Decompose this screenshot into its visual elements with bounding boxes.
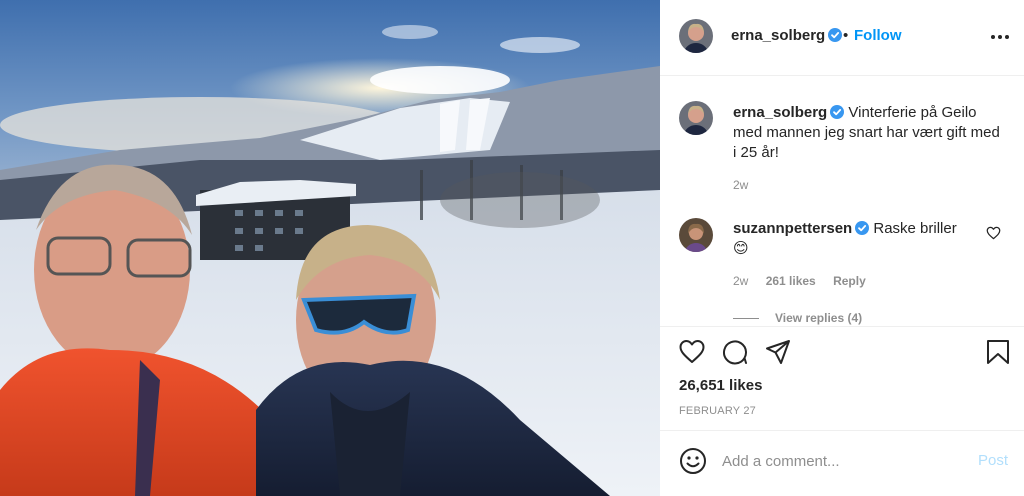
author-username[interactable]: erna_solberg: [731, 27, 843, 44]
reply-button[interactable]: Reply: [833, 274, 866, 288]
add-comment-bar: Post: [660, 430, 1024, 496]
verified-badge-icon: [855, 221, 870, 235]
more-dots-icon[interactable]: [989, 28, 1011, 46]
verified-badge-icon: [830, 105, 845, 119]
bookmark-icon[interactable]: [985, 339, 1011, 365]
follow-button[interactable]: Follow: [854, 27, 902, 44]
view-replies-button[interactable]: View replies (4): [733, 311, 862, 325]
comment-time[interactable]: 2w: [733, 274, 748, 288]
post-photo[interactable]: [0, 0, 660, 496]
comment-body: Raske briller: [873, 220, 957, 237]
comment-input[interactable]: [722, 449, 962, 473]
post-date[interactable]: FEBRUARY 27: [679, 405, 756, 417]
comment-text: suzannpettersen Raske briller 😊: [733, 219, 973, 259]
photo-scene: [0, 0, 660, 496]
post-comment-button[interactable]: Post: [978, 452, 1008, 469]
follow-separator: •: [843, 27, 849, 44]
comment-emoji: 😊: [733, 240, 749, 257]
caption-time[interactable]: 2w: [733, 178, 748, 192]
comment-bubble-icon[interactable]: [722, 339, 748, 365]
paper-plane-icon[interactable]: [765, 339, 791, 365]
smiley-icon[interactable]: [679, 447, 707, 475]
comment-like-heart-icon[interactable]: [986, 226, 1001, 240]
likes-count[interactable]: 26,651 likes: [679, 377, 762, 394]
verified-badge-icon: [828, 28, 843, 42]
author-avatar[interactable]: [679, 19, 713, 53]
post-actions: 26,651 likes FEBRUARY 27: [660, 326, 1024, 430]
view-replies-label: View replies (4): [775, 311, 863, 325]
post-header: erna_solberg • Follow: [660, 0, 1024, 76]
caption-avatar[interactable]: [679, 101, 713, 135]
commenter-username[interactable]: suzannpettersen: [733, 220, 852, 237]
commenter-avatar[interactable]: [679, 218, 713, 252]
post-side-panel: erna_solberg • Follow erna_solberg Vinte…: [660, 0, 1024, 496]
heart-icon[interactable]: [679, 339, 705, 365]
caption-username[interactable]: erna_solberg: [733, 104, 827, 121]
comments-list[interactable]: erna_solberg Vinterferie på Geilo med ma…: [660, 77, 1024, 325]
comment-meta: 2w 261 likes Reply: [733, 274, 880, 288]
view-replies-line: [733, 318, 759, 320]
caption-text: erna_solberg Vinterferie på Geilo med ma…: [733, 103, 1003, 163]
comment-likes[interactable]: 261 likes: [766, 274, 816, 288]
